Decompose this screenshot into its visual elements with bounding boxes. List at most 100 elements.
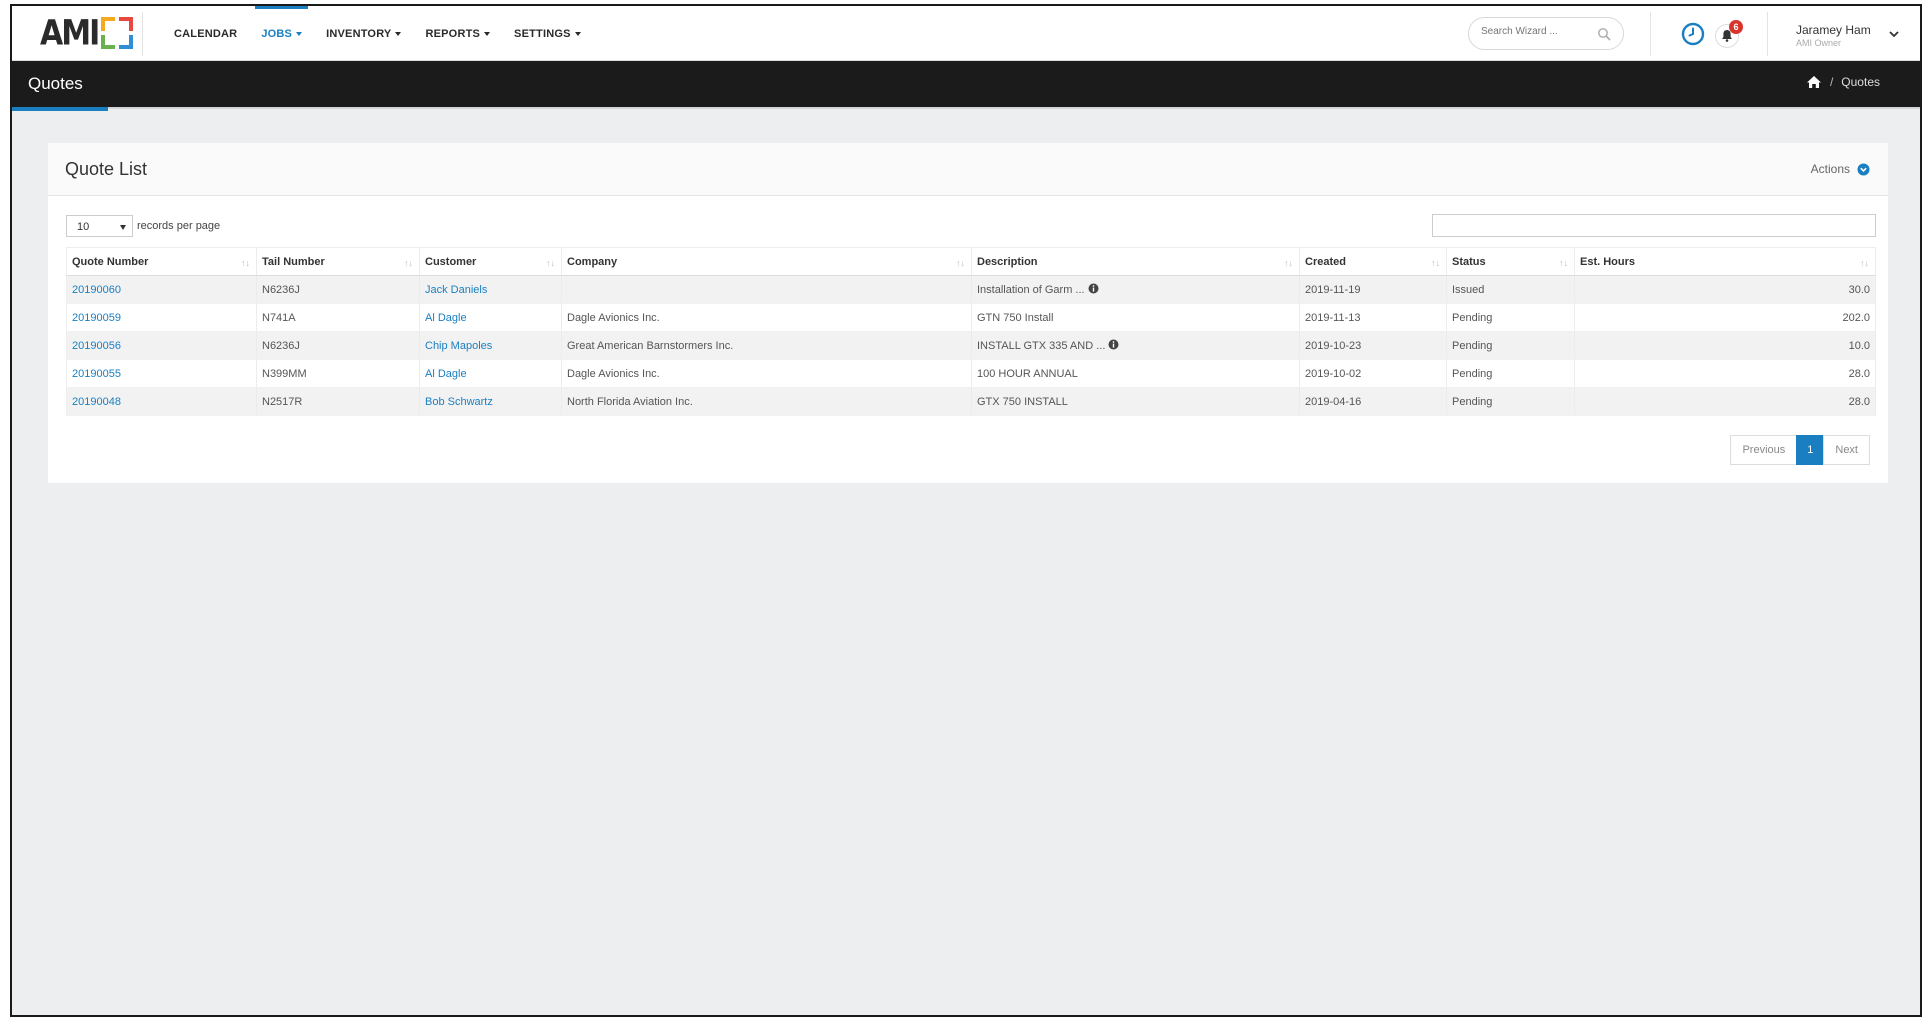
- customer-link[interactable]: Chip Mapoles: [419, 331, 562, 360]
- quote-list-panel: Quote List Actions 10 records per page Q…: [48, 143, 1888, 483]
- top-navbar: AMI CALENDAR JOBS INVENTORY REPORTS SETT…: [12, 6, 1920, 61]
- status-cell: Pending: [1446, 387, 1575, 416]
- created-cell: 2019-10-23: [1299, 331, 1447, 360]
- info-icon[interactable]: [1088, 283, 1099, 294]
- est-hours-cell: 10.0: [1574, 331, 1876, 360]
- search-input[interactable]: [1481, 26, 1591, 37]
- sort-icon: ↑↓: [1284, 258, 1293, 268]
- sort-icon: ↑↓: [404, 258, 413, 268]
- pagination: Previous 1 Next: [1730, 435, 1870, 465]
- column-header-quote-number[interactable]: Quote Number ↑↓: [66, 247, 257, 276]
- home-icon[interactable]: [1806, 75, 1822, 89]
- caret-down-icon: [395, 31, 402, 36]
- company-cell: [561, 275, 972, 304]
- actions-label: Actions: [1810, 162, 1850, 176]
- quotes-table: Quote Number ↑↓ Tail Number ↑↓ Customer ↑↓ …: [66, 247, 1876, 416]
- column-header-est-hours[interactable]: Est. Hours ↑↓: [1574, 247, 1876, 276]
- column-label: Status: [1452, 255, 1486, 268]
- app-window: AMI CALENDAR JOBS INVENTORY REPORTS SETT…: [10, 4, 1922, 1017]
- records-per-page: 10 records per page: [66, 215, 220, 237]
- tail-number-cell: N741A: [256, 303, 420, 332]
- description-cell: INSTALL GTX 335 AND ...: [971, 331, 1300, 360]
- menu-item-label: SETTINGS: [514, 27, 571, 40]
- column-header-tail-number[interactable]: Tail Number ↑↓: [256, 247, 420, 276]
- actions-dropdown[interactable]: Actions: [1811, 162, 1870, 176]
- column-header-status[interactable]: Status ↑↓: [1446, 247, 1575, 276]
- menu-item-label: CALENDAR: [174, 27, 238, 40]
- quote-number-link[interactable]: 20190048: [66, 387, 257, 416]
- app-logo[interactable]: AMI: [40, 13, 134, 53]
- description-cell: GTX 750 INSTALL: [971, 387, 1300, 416]
- chevron-circle-down-icon: [1857, 163, 1870, 175]
- next-page-button[interactable]: Next: [1823, 435, 1870, 465]
- records-per-page-select[interactable]: 10: [66, 215, 133, 237]
- page-1-button[interactable]: 1: [1796, 435, 1825, 465]
- table-filter-input[interactable]: [1432, 214, 1876, 237]
- quote-number-link[interactable]: 20190055: [66, 359, 257, 388]
- column-label: Customer: [425, 255, 477, 268]
- menu-item-label: JOBS: [261, 27, 293, 40]
- description-text: GTN 750 Install: [977, 311, 1054, 324]
- company-cell: Dagle Avionics Inc.: [561, 359, 972, 388]
- breadcrumb-current: Quotes: [1841, 75, 1880, 89]
- sort-icon: ↑↓: [546, 258, 555, 268]
- caret-down-icon: [574, 31, 581, 36]
- records-per-page-value: 10: [77, 221, 90, 233]
- notifications-button[interactable]: 6: [1715, 20, 1745, 50]
- menu-item-jobs[interactable]: JOBS: [249, 6, 314, 61]
- quote-number-link[interactable]: 20190056: [66, 331, 257, 360]
- menu-item-calendar[interactable]: CALENDAR: [162, 6, 249, 61]
- table-row: 20190056 N6236J Chip Mapoles Great Ameri…: [66, 331, 1876, 360]
- status-cell: Issued: [1446, 275, 1575, 304]
- tail-number-cell: N399MM: [256, 359, 420, 388]
- est-hours-cell: 28.0: [1574, 359, 1876, 388]
- nav-divider: [142, 12, 143, 56]
- status-cell: Pending: [1446, 303, 1575, 332]
- breadcrumb: / Quotes: [1806, 75, 1880, 89]
- description-cell: GTN 750 Install: [971, 303, 1300, 332]
- nav-divider: [1767, 12, 1768, 56]
- customer-link[interactable]: Al Dagle: [419, 359, 562, 388]
- est-hours-cell: 28.0: [1574, 387, 1876, 416]
- column-header-created[interactable]: Created ↑↓: [1299, 247, 1447, 276]
- records-per-page-label: records per page: [137, 220, 221, 232]
- tail-number-cell: N6236J: [256, 331, 420, 360]
- created-cell: 2019-04-16: [1299, 387, 1447, 416]
- description-cell: 100 HOUR ANNUAL: [971, 359, 1300, 388]
- column-label: Quote Number: [72, 255, 149, 268]
- user-role: AMI Owner: [1796, 38, 1842, 48]
- column-label: Est. Hours: [1580, 255, 1636, 268]
- page-header: Quotes: [12, 61, 1920, 107]
- search-icon[interactable]: [1597, 27, 1611, 41]
- menu-item-reports[interactable]: REPORTS: [413, 6, 502, 61]
- quote-number-link[interactable]: 20190059: [66, 303, 257, 332]
- user-name[interactable]: Jaramey Ham: [1796, 23, 1871, 37]
- info-icon[interactable]: [1108, 339, 1119, 350]
- clock-icon[interactable]: [1681, 22, 1705, 46]
- created-cell: 2019-11-13: [1299, 303, 1447, 332]
- column-header-description[interactable]: Description ↑↓: [971, 247, 1300, 276]
- logo-mark-icon: [101, 17, 134, 49]
- menu-item-settings[interactable]: SETTINGS: [502, 6, 593, 61]
- description-text: INSTALL GTX 335 AND ...: [977, 340, 1106, 352]
- column-header-company[interactable]: Company ↑↓: [561, 247, 972, 276]
- sort-icon: ↑↓: [1559, 258, 1568, 268]
- est-hours-cell: 30.0: [1574, 275, 1876, 304]
- caret-down-icon: [296, 31, 303, 36]
- column-label: Created: [1305, 255, 1346, 268]
- table-row: 20190055 N399MM Al Dagle Dagle Avionics …: [66, 359, 1876, 388]
- description-text: Installation of Garm ...: [977, 284, 1085, 296]
- page-title: Quotes: [28, 74, 83, 93]
- chevron-down-icon[interactable]: [1888, 29, 1900, 39]
- previous-page-button[interactable]: Previous: [1730, 435, 1798, 465]
- quote-number-link[interactable]: 20190060: [66, 275, 257, 304]
- customer-link[interactable]: Jack Daniels: [419, 275, 562, 304]
- caret-down-icon: [484, 31, 491, 36]
- est-hours-cell: 202.0: [1574, 303, 1876, 332]
- customer-link[interactable]: Al Dagle: [419, 303, 562, 332]
- customer-link[interactable]: Bob Schwartz: [419, 387, 562, 416]
- menu-item-inventory[interactable]: INVENTORY: [314, 6, 413, 61]
- column-header-customer[interactable]: Customer ↑↓: [419, 247, 562, 276]
- main-menu: CALENDAR JOBS INVENTORY REPORTS SETTINGS: [162, 6, 593, 61]
- company-cell: Dagle Avionics Inc.: [561, 303, 972, 332]
